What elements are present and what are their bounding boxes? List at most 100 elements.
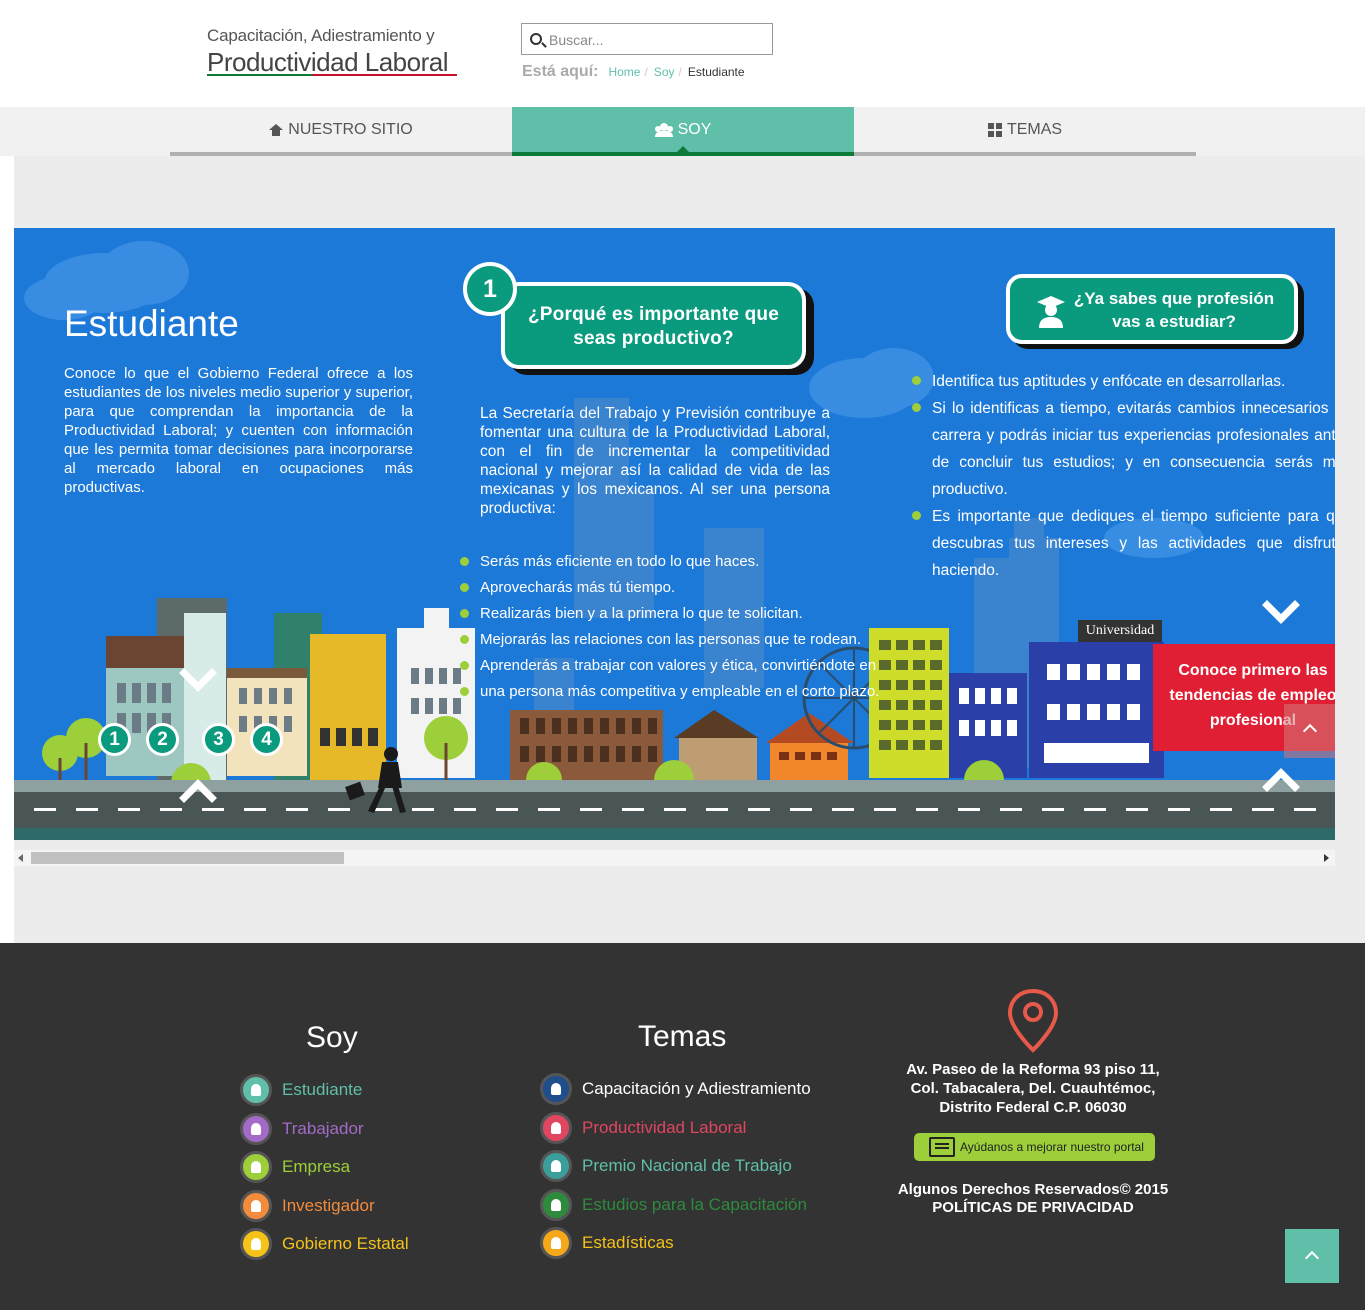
footer-temas-list: Capacitación y Adiestramiento Productivid…	[540, 1070, 811, 1263]
rights-text: Algunos Derechos Reservados© 2015	[897, 1181, 1169, 1198]
soy-item[interactable]: Investigador	[240, 1187, 409, 1226]
list-item: Si lo identificas a tiempo, evitarás cam…	[912, 395, 1335, 503]
users-icon	[654, 123, 673, 137]
feedback-icon	[929, 1137, 955, 1157]
list-item: Es importante que dediques el tiempo suf…	[912, 503, 1335, 584]
student-icon	[240, 1074, 272, 1107]
horizontal-scrollbar[interactable]	[14, 850, 1335, 866]
profession-box: ¿Ya sabes que profesión vas a estudiar?	[1006, 274, 1298, 344]
soy-item[interactable]: Gobierno Estatal	[240, 1225, 409, 1264]
address-line: Av. Paseo de la Reforma 93 piso 11,	[906, 1061, 1160, 1078]
breadcrumb-label: Está aquí:	[522, 63, 599, 80]
soy-label: Gobierno Estatal	[282, 1234, 409, 1254]
stats-icon	[540, 1227, 572, 1260]
privacy-link[interactable]: POLÍTICAS DE PRIVACIDAD	[880, 1199, 1186, 1217]
footer-soy-title: Soy	[306, 1021, 358, 1054]
soy-item[interactable]: Estudiante	[240, 1071, 409, 1110]
soy-label: Estudiante	[282, 1080, 363, 1100]
soy-label: Empresa	[282, 1157, 351, 1177]
soy-item[interactable]: Trabajador	[240, 1110, 409, 1149]
logo-top-text: Capacitación, Adiestramiento y	[207, 26, 435, 45]
list-item: Serás más eficiente en todo lo que haces…	[460, 553, 900, 579]
researcher-icon	[240, 1189, 272, 1222]
temas-label: Estudios para la Capacitación	[582, 1194, 807, 1214]
banner-title: Estudiante	[64, 303, 239, 344]
grid-icon	[987, 123, 1002, 137]
nav-label: NUESTRO SITIO	[288, 120, 413, 138]
step-2-button[interactable]: 2	[146, 723, 179, 756]
logo-red-line	[312, 74, 457, 76]
main-nav: NUESTRO SITIO SOY TEMAS	[0, 107, 1365, 156]
nav-nuestro-sitio[interactable]: NUESTRO SITIO	[170, 107, 512, 152]
building-icon	[240, 1151, 272, 1184]
government-icon	[240, 1228, 272, 1261]
benefits-list: Serás más eficiente en todo lo que haces…	[460, 553, 900, 709]
temas-item[interactable]: Premio Nacional de Trabajo	[540, 1147, 811, 1186]
why-productive-box: ¿Porqué es importante que seas productiv…	[501, 282, 806, 369]
breadcrumb-home-link[interactable]: Home	[608, 65, 640, 79]
address: Av. Paseo de la Reforma 93 piso 11, Col.…	[895, 1060, 1171, 1117]
back-to-top-button[interactable]	[1285, 1229, 1339, 1283]
address-line: Col. Tabacalera, Del. Cuauhtémoc,	[910, 1080, 1156, 1097]
home-icon	[269, 123, 284, 136]
profession-tips-list: Identifica tus aptitudes y enfócate en d…	[912, 368, 1335, 584]
address-line: Distrito Federal C.P. 06030	[939, 1099, 1127, 1116]
trends-line: Conoce primero las	[1178, 662, 1328, 679]
location-pin-icon	[1007, 988, 1059, 1053]
breadcrumb-soy-link[interactable]: Soy	[654, 65, 675, 79]
temas-label: Productividad Laboral	[582, 1117, 747, 1137]
award-icon	[540, 1150, 572, 1183]
footer-temas-title: Temas	[638, 1020, 727, 1053]
nav-temas[interactable]: TEMAS	[854, 107, 1196, 152]
step-4-button[interactable]: 4	[250, 723, 283, 756]
profession-box-text: ¿Ya sabes que profesión vas a estudiar?	[1073, 289, 1275, 331]
nav-label: TEMAS	[1006, 120, 1063, 138]
step-number-badge: 1	[463, 262, 517, 316]
scroll-left-arrow-icon[interactable]	[18, 854, 23, 862]
temas-item[interactable]: Estadísticas	[540, 1224, 811, 1263]
temas-item[interactable]: Estudios para la Capacitación	[540, 1186, 811, 1225]
search-box	[521, 23, 773, 55]
site-footer: Soy Estudiante Trabajador Empresa Investiga…	[0, 943, 1365, 1310]
breadcrumb: Está aquí: Home / Soy / Estudiante	[522, 63, 745, 81]
studies-icon	[540, 1188, 572, 1221]
search-input[interactable]	[549, 30, 764, 50]
worker-icon	[240, 1112, 272, 1145]
step-3-button[interactable]: 3	[202, 723, 235, 756]
graduate-icon	[1037, 296, 1065, 328]
list-item: una persona más competitiva y empleable …	[460, 683, 900, 709]
temas-item[interactable]: Capacitación y Adiestramiento	[540, 1070, 811, 1109]
university-sign: Universidad	[1078, 620, 1162, 642]
search-icon	[530, 33, 542, 45]
feedback-label: Ayúdanos a mejorar nuestro portal	[960, 1140, 1144, 1154]
secretaria-text: La Secretaría del Trabajo y Previsión co…	[480, 405, 830, 517]
site-logo[interactable]: Capacitación, Adiestramiento y Productiv…	[207, 26, 467, 78]
nav-soy[interactable]: SOY	[512, 107, 854, 156]
list-item: Aprovecharás más tú tiempo.	[460, 579, 900, 605]
site-header: Capacitación, Adiestramiento y Productiv…	[0, 0, 1365, 107]
list-item: Identifica tus aptitudes y enfócate en d…	[912, 368, 1335, 395]
copyright: Algunos Derechos Reservados© 2015 POLÍTI…	[880, 1181, 1186, 1217]
banner-intro: Conoce lo que el Gobierno Federal ofrece…	[64, 365, 413, 496]
list-item: Mejorarás las relaciones con las persona…	[460, 631, 900, 657]
nav-label: SOY	[677, 120, 712, 138]
temas-label: Estadísticas	[582, 1233, 674, 1253]
soy-item[interactable]: Empresa	[240, 1148, 409, 1187]
feedback-button[interactable]: Ayúdanos a mejorar nuestro portal	[914, 1133, 1155, 1161]
training-icon	[540, 1073, 572, 1106]
list-item: Aprenderás a trabajar con valores y étic…	[460, 657, 900, 683]
soy-label: Investigador	[282, 1195, 375, 1215]
infographic-banner: Estudiante Conoce lo que el Gobierno Fed…	[14, 228, 1335, 840]
temas-item[interactable]: Productividad Laboral	[540, 1109, 811, 1148]
scroll-right-arrow-icon[interactable]	[1324, 854, 1329, 862]
logo-green-line	[207, 74, 312, 76]
productivity-icon	[540, 1111, 572, 1144]
temas-label: Capacitación y Adiestramiento	[582, 1079, 811, 1099]
scroll-up-overlay[interactable]	[1284, 704, 1335, 758]
step-1-button[interactable]: 1	[98, 723, 131, 756]
breadcrumb-current: Estudiante	[687, 65, 745, 79]
soy-label: Trabajador	[282, 1118, 364, 1138]
breadcrumb-separator: /	[644, 65, 648, 79]
list-item: Realizarás bien y a la primera lo que te…	[460, 605, 900, 631]
scrollbar-thumb[interactable]	[31, 852, 344, 864]
